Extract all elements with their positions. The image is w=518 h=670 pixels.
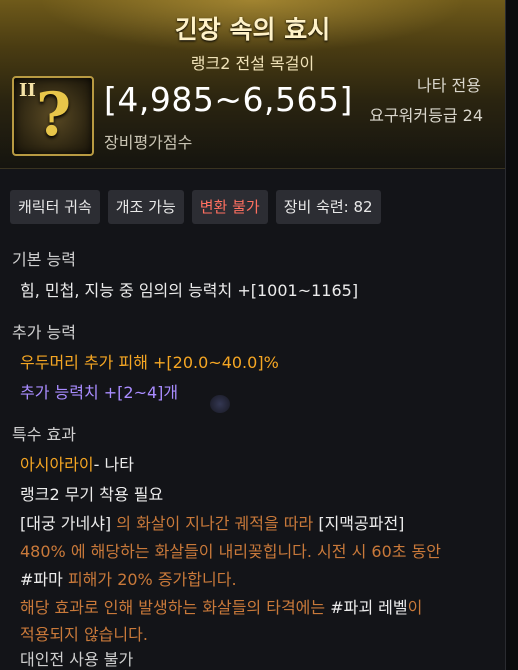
necklace-item-icon: II ?	[12, 76, 94, 156]
tag-proficiency: 장비 숙련: 82	[275, 190, 381, 224]
effect-desc-line-5: 적용되지 않습니다.	[20, 625, 148, 644]
effect-desc-line-1: [대궁 가네샤] 의 화살이 지나간 궤적을 따라 [지맥공파전]	[20, 510, 404, 534]
equipment-score-label: 장비평가점수	[104, 133, 193, 152]
additional-ability-boss-damage: 우두머리 추가 피해 +[20.0~40.0]%	[20, 353, 279, 372]
effect-desc-mid: 의 화살이 지나간 궤적을 따라	[111, 514, 319, 533]
background-orb	[210, 395, 230, 413]
effect-desc-line-2: 480% 에 해당하는 화살들이 내리꽂힙니다. 시전 시 60초 동안	[20, 542, 441, 561]
set-effect-line: 아시아라이- 나타	[20, 451, 134, 475]
item-name: 긴장 속의 효시	[174, 15, 331, 44]
rank-requirement: 랭크2 무기 착용 필요	[20, 485, 164, 504]
pvp-restriction: 대인전 사용 불가	[20, 650, 134, 669]
tag-character-bound: 캐릭터 귀속	[10, 190, 100, 224]
effect-desc-line-4-text: 해당 효과로 인해 발생하는 화살들의 타격에는	[20, 598, 331, 617]
rank-mark: II	[19, 80, 36, 101]
class-restriction: 나타 전용	[417, 76, 481, 95]
additional-ability-title: 추가 능력	[12, 323, 76, 342]
skill-name-2: [지맥공파전]	[318, 514, 405, 533]
keyword-pama: #파마	[20, 570, 63, 589]
effect-desc-line-4-end: 이	[407, 598, 423, 617]
item-tags: 캐릭터 귀속 개조 가능 변환 불가 장비 숙련: 82	[10, 190, 381, 224]
equipment-score: [4,985~6,565]	[104, 80, 353, 119]
level-requirement: 요구워커등급 24	[369, 106, 483, 125]
tag-modifiable: 개조 가능	[107, 190, 184, 224]
effect-desc-line-3-text: 피해가 20% 증가합니다.	[62, 570, 237, 589]
keyword-destruction-level: #파괴 레벨	[330, 598, 408, 617]
unidentified-question-icon: ?	[36, 80, 72, 150]
effect-desc-line-4: 해당 효과로 인해 발생하는 화살들의 타격에는 #파괴 레벨이	[20, 594, 422, 618]
set-suffix: - 나타	[93, 455, 134, 474]
special-effect-title: 특수 효과	[12, 425, 76, 444]
tag-not-convertible: 변환 불가	[191, 190, 268, 224]
skill-name-1: [대궁 가네샤]	[20, 514, 112, 533]
item-tooltip: 긴장 속의 효시 랭크2 전설 목걸이 II ? [4,985~6,565] 장…	[0, 0, 506, 670]
effect-desc-line-3: #파마 피해가 20% 증가합니다.	[20, 566, 237, 590]
set-name: 아시아라이	[20, 455, 94, 474]
tooltip-header: 긴장 속의 효시 랭크2 전설 목걸이 II ? [4,985~6,565] 장…	[0, 0, 505, 169]
item-subtitle: 랭크2 전설 목걸이	[190, 54, 315, 73]
background-strip	[506, 0, 518, 670]
basic-ability-line: 힘, 민첩, 지능 중 임의의 능력치 +[1001~1165]	[20, 281, 359, 300]
basic-ability-title: 기본 능력	[12, 250, 76, 269]
additional-ability-stats: 추가 능력치 +[2~4]개	[20, 383, 179, 402]
